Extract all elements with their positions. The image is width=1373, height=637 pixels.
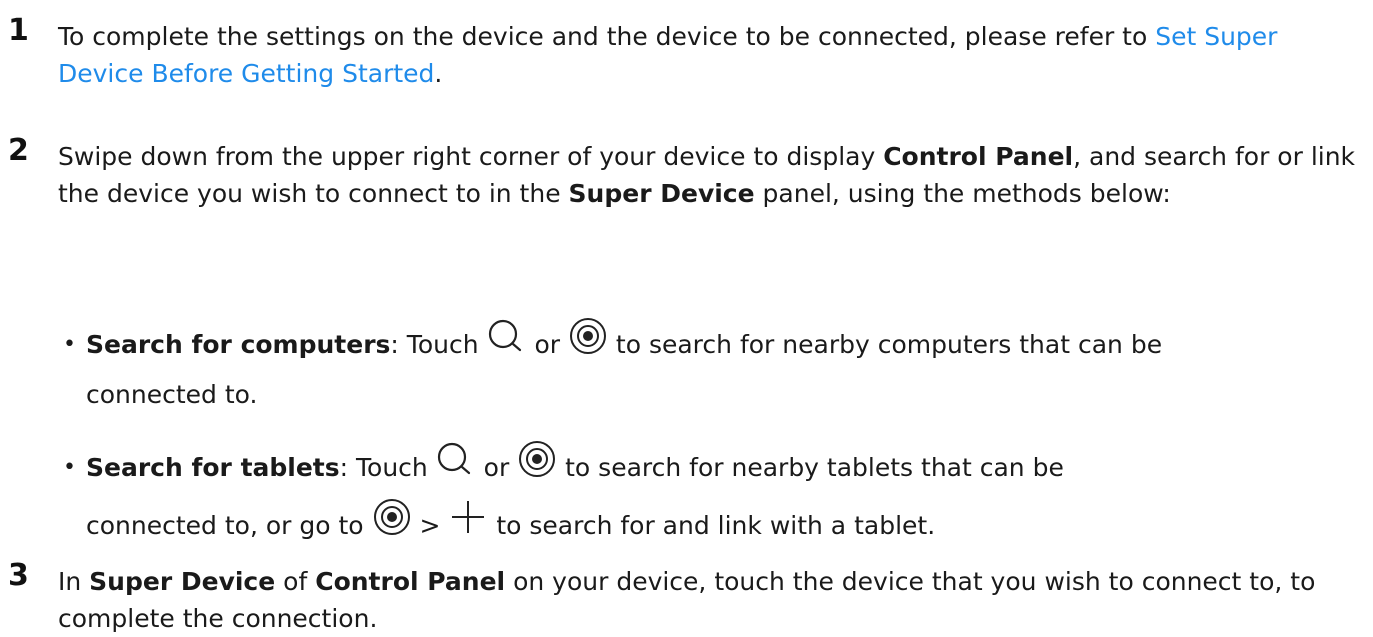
bullet-dot: • [63,332,76,357]
bullet-title: Search for computers [86,330,391,359]
step-number: 3 [8,558,29,593]
nearby-scan-icon [568,316,608,356]
search-icon [436,442,476,476]
step-text-part: In [58,567,90,596]
step-text: Swipe down from the upper right corner o… [58,138,1363,212]
step-text: In Super Device of Control Panel on your… [58,563,1363,637]
bullet-text: : Touch [339,453,436,482]
bullet-title: Search for tablets [86,453,340,482]
plus-icon [448,497,488,537]
control-panel-term: Control Panel [883,142,1074,171]
step-text-part: of [275,567,316,596]
nearby-scan-icon [372,497,412,537]
bullet-text: to search for nearby tablets that can be [557,453,1064,482]
bullet-text: connected to, or go to [86,511,372,540]
bullet-text: > [411,511,449,540]
bullet-line: Search for tablets: Touch or to search f… [86,441,1064,493]
super-device-term: Super Device [568,179,755,208]
bullet-line: connected to, or go to > to search for a… [86,499,936,551]
bullet-continuation: connected to. [86,380,258,409]
bullet-text: or [526,330,568,359]
bullet-text: : Touch [390,330,487,359]
step-text-part: To complete the settings on the device a… [58,22,1156,51]
step-text-part: Swipe down from the upper right corner o… [58,142,884,171]
nearby-scan-icon [517,439,557,479]
step-text-part: panel, using the methods below: [754,179,1171,208]
step-text: To complete the settings on the device a… [58,18,1363,92]
bullet-line: Search for computers: Touch or to search… [86,318,1163,370]
control-panel-term: Control Panel [315,567,506,596]
step-text-part: . [434,59,443,88]
bullet-dot: • [63,455,76,480]
super-device-term: Super Device [89,567,276,596]
bullet-text: to search for and link with a tablet. [488,511,936,540]
bullet-text: to search for nearby computers that can … [607,330,1163,359]
search-icon [487,319,527,353]
step-number: 2 [8,133,29,168]
step-number: 1 [8,13,29,48]
bullet-text: or [475,453,518,482]
